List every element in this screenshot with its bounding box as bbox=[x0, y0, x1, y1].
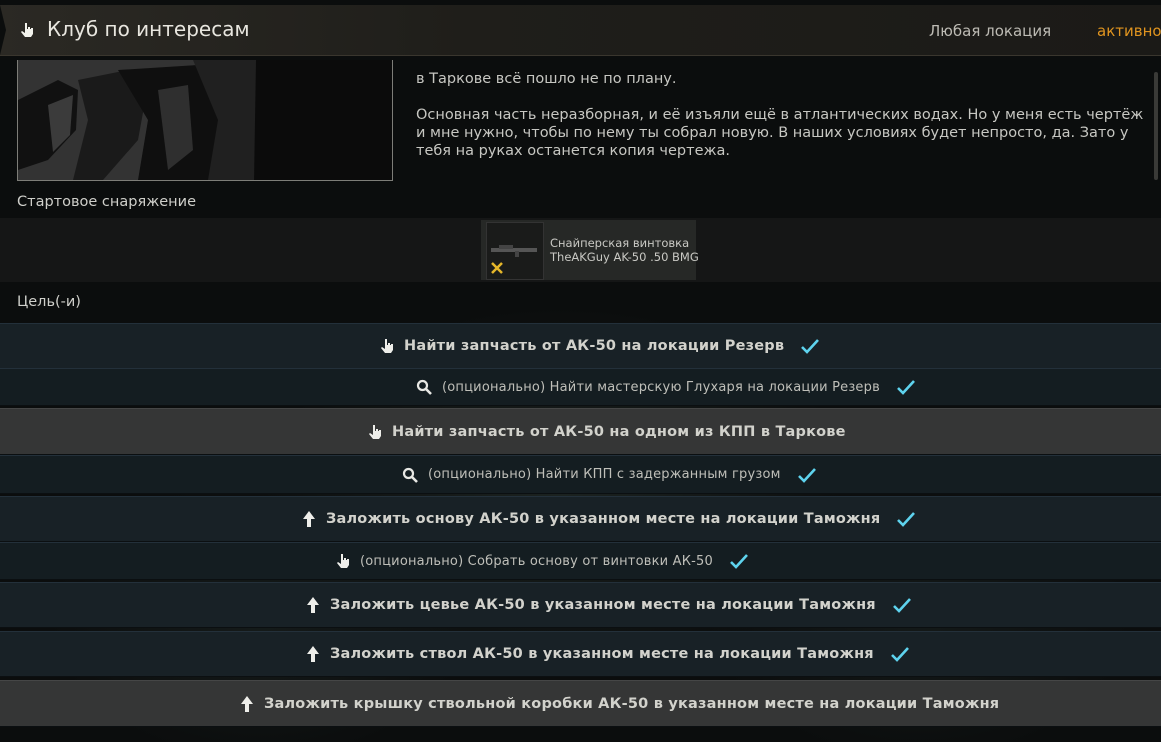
starting-gear-label: Стартовое снаряжение bbox=[17, 194, 196, 210]
rifle-picture bbox=[18, 60, 392, 180]
objective-text: (опционально) Найти мастерскую Глухаря н… bbox=[442, 379, 880, 395]
objective-text: Заложить цевье АК-50 в указанном месте н… bbox=[330, 597, 876, 613]
search-icon bbox=[416, 379, 432, 395]
arrow-up-icon bbox=[307, 597, 319, 613]
check-icon bbox=[890, 647, 909, 662]
objective-text: Найти запчасть от АК-50 на одном из КПП … bbox=[392, 423, 846, 440]
objective-row-selected[interactable]: Найти запчасть от АК-50 на одном из КПП … bbox=[0, 408, 1161, 455]
objective-row[interactable]: Найти запчасть от АК-50 на локации Резер… bbox=[0, 323, 1161, 369]
arrow-up-icon bbox=[307, 646, 319, 662]
objective-row-optional[interactable]: (опционально) Найти мастерскую Глухаря н… bbox=[0, 368, 1161, 406]
objective-text: (опционально) Собрать основу от винтовки… bbox=[360, 553, 713, 569]
wrench-icon bbox=[491, 262, 503, 274]
objective-row-optional[interactable]: (опционально) Собрать основу от винтовки… bbox=[0, 542, 1161, 580]
objective-row[interactable]: Заложить цевье АК-50 в указанном месте н… bbox=[0, 582, 1161, 628]
description-paragraph: в Таркове всё пошло не по плану. bbox=[416, 71, 677, 87]
hand-icon bbox=[369, 424, 381, 439]
objective-row[interactable]: Заложить ствол АК-50 в указанном месте н… bbox=[0, 631, 1161, 677]
quest-header[interactable]: Клуб по интересам Любая локация активно! bbox=[0, 5, 1161, 56]
quest-location: Любая локация bbox=[929, 22, 1052, 40]
hand-icon bbox=[21, 23, 33, 37]
starting-gear-name: Снайперская винтовка TheAKGuy AK-50 .50 … bbox=[550, 236, 699, 264]
hand-icon bbox=[381, 339, 393, 353]
objective-text: Заложить ствол АК-50 в указанном месте н… bbox=[330, 646, 874, 662]
quest-image bbox=[17, 60, 393, 181]
gear-name-line: Снайперская винтовка bbox=[550, 236, 690, 250]
check-icon bbox=[897, 512, 916, 527]
objectives-label: Цель(-и) bbox=[17, 294, 81, 310]
gear-name-line: TheAKGuy AK-50 .50 BMG bbox=[550, 250, 699, 264]
hand-icon bbox=[337, 554, 349, 568]
header-notch bbox=[0, 5, 6, 55]
rifle-thumbnail bbox=[486, 222, 544, 280]
objective-text: (опционально) Найти КПП с задержанным гр… bbox=[428, 467, 781, 482]
check-icon bbox=[892, 598, 911, 613]
arrow-up-icon bbox=[303, 511, 315, 527]
search-icon bbox=[402, 467, 418, 483]
description-scrollbar[interactable] bbox=[1154, 72, 1158, 180]
objective-text: Найти запчасть от АК-50 на локации Резер… bbox=[404, 338, 785, 354]
arrow-up-icon bbox=[241, 695, 253, 712]
check-icon bbox=[897, 380, 915, 395]
quest-description: в Таркове всё пошло не по плану. Основна… bbox=[416, 70, 1156, 182]
check-icon bbox=[797, 467, 816, 483]
objective-text: Заложить основу АК-50 в указанном месте … bbox=[326, 511, 881, 527]
description-paragraph: Основная часть неразборная, и её изъяли … bbox=[416, 107, 1144, 159]
objective-row[interactable]: Заложить основу АК-50 в указанном месте … bbox=[0, 496, 1161, 542]
check-icon bbox=[801, 339, 820, 354]
objective-row[interactable]: Заложить крышку ствольной коробки АК-50 … bbox=[0, 680, 1161, 727]
check-icon bbox=[730, 554, 748, 569]
quest-status: активно! bbox=[1097, 22, 1161, 40]
quest-title: Клуб по интересам bbox=[47, 17, 250, 41]
objective-row-optional[interactable]: (опционально) Найти КПП с задержанным гр… bbox=[0, 455, 1161, 494]
rifle-icon bbox=[491, 245, 537, 274]
objective-text: Заложить крышку ствольной коробки АК-50 … bbox=[264, 695, 1000, 712]
